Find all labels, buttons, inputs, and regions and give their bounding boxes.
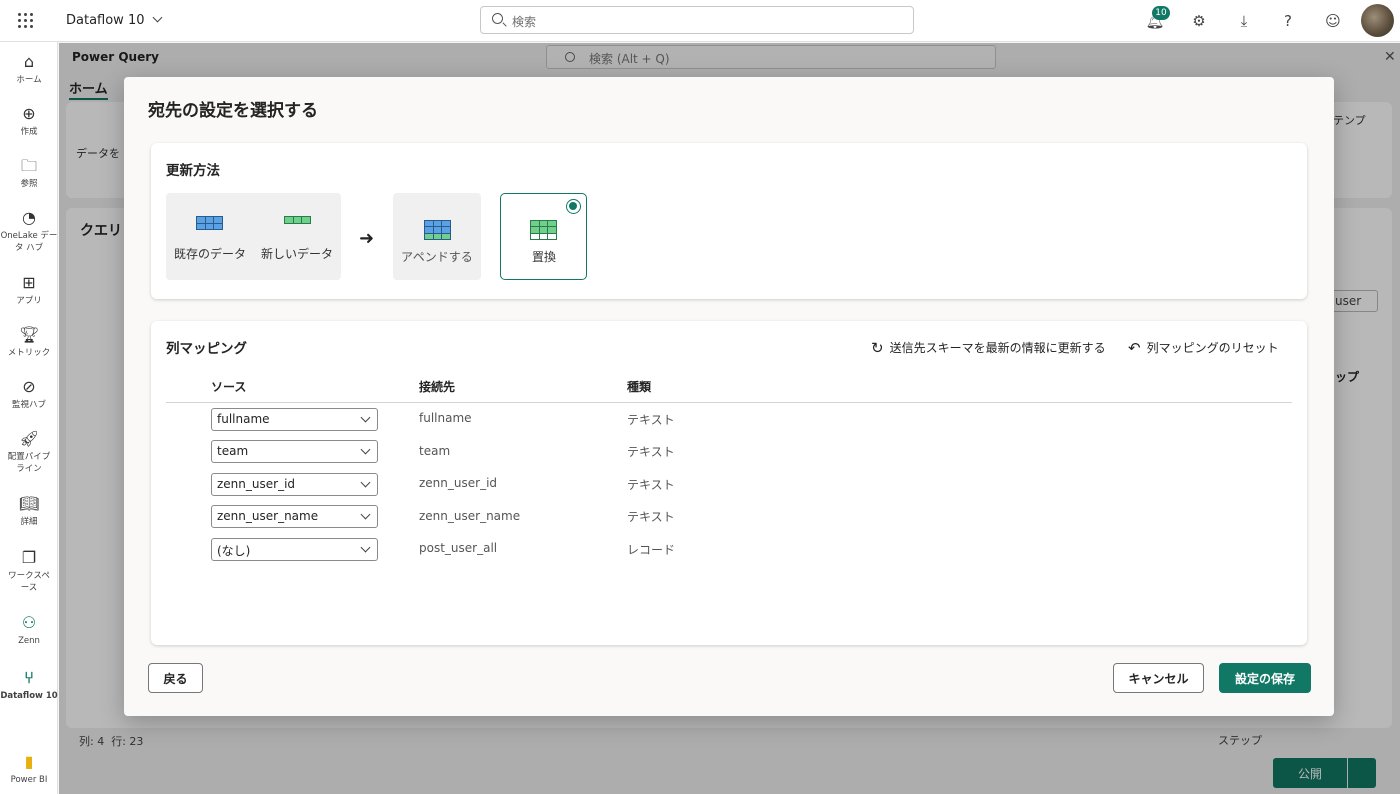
chevron-down-icon xyxy=(152,12,162,23)
replace-radio-selected[interactable] xyxy=(566,199,581,214)
chevron-down-icon xyxy=(360,412,371,423)
arrow-right-icon: ➜ xyxy=(359,228,375,249)
existing-data-label: 既存のデータ xyxy=(174,247,247,261)
download-icon[interactable]: ⤓ xyxy=(1234,11,1254,31)
column-type: テキスト xyxy=(627,478,675,492)
column-type: レコード xyxy=(627,543,676,557)
nav-item-onelake[interactable]: ◔ OneLake データ ハブ xyxy=(0,208,58,254)
source-column-select[interactable]: team xyxy=(211,440,378,463)
refresh-schema-button[interactable]: ↻ 送信先スキーマを最新の情報に更新する xyxy=(871,338,1106,357)
back-button[interactable]: 戻る xyxy=(148,663,203,693)
pipeline-icon: 🚀︎ xyxy=(19,429,40,448)
share-feedback-icon[interactable]: ☺ xyxy=(1323,11,1343,31)
dialog-title: 宛先の設定を選択する xyxy=(148,101,318,121)
dataflow-icon: ⑂ xyxy=(24,668,34,687)
browse-icon: 🗀︎ xyxy=(20,156,37,175)
header-source: ソース xyxy=(211,380,247,394)
replace-table-icon xyxy=(530,220,557,240)
top-bar: Dataflow 10 検索 🔔︎ 10 ⚙ ⤓ ? ☺ xyxy=(0,0,1400,42)
header-destination: 接続先 xyxy=(419,380,456,394)
source-column-select[interactable]: fullname xyxy=(211,408,378,431)
global-search-input[interactable]: 検索 xyxy=(480,6,914,34)
monitor-icon: ⊘ xyxy=(22,377,36,396)
workspace-item-title[interactable]: Dataflow 10 xyxy=(66,12,162,28)
nav-item-home[interactable]: ⌂ ホーム xyxy=(0,52,58,86)
nav-item-powerbi[interactable]: ▮ Power BI xyxy=(0,752,58,786)
nav-item-pipeline[interactable]: 🚀︎ 配置パイプライン xyxy=(0,429,58,475)
zenn-workspace-icon: ⚇ xyxy=(21,613,37,632)
new-data-label: 新しいデータ xyxy=(261,247,334,261)
nav-item-create[interactable]: ⊕ 作成 xyxy=(0,104,58,138)
column-type: テキスト xyxy=(627,413,675,427)
nav-item-apps[interactable]: ⊞ アプリ xyxy=(0,273,58,307)
chevron-down-icon xyxy=(360,477,371,488)
reset-mapping-button[interactable]: ↶ 列マッピングのリセット xyxy=(1128,338,1279,357)
settings-gear-icon[interactable]: ⚙ xyxy=(1189,11,1209,31)
header-type: 種類 xyxy=(627,380,652,394)
header-divider xyxy=(166,402,1292,403)
column-type: テキスト xyxy=(627,510,675,524)
nav-item-learn[interactable]: 📖︎ 詳細 xyxy=(0,494,58,528)
chevron-down-icon xyxy=(360,542,371,553)
onelake-icon: ◔ xyxy=(22,208,36,227)
apps-icon: ⊞ xyxy=(22,273,36,292)
nav-item-metrics[interactable]: 🏆︎ メトリック xyxy=(0,325,58,359)
save-settings-button[interactable]: 設定の保存 xyxy=(1219,663,1311,693)
source-column-select[interactable]: zenn_user_id xyxy=(211,473,378,496)
user-avatar[interactable] xyxy=(1361,4,1394,37)
create-icon: ⊕ xyxy=(22,104,36,123)
powerbi-icon: ▮ xyxy=(24,752,34,771)
metrics-icon: 🏆︎ xyxy=(19,325,40,344)
cancel-button[interactable]: キャンセル xyxy=(1113,663,1204,693)
append-label: アペンドする xyxy=(401,250,473,264)
column-type: テキスト xyxy=(627,445,675,459)
nav-item-zenn[interactable]: ⚇ Zenn xyxy=(0,613,58,647)
chevron-down-icon xyxy=(360,509,371,520)
destination-column: fullname xyxy=(419,411,472,425)
learn-icon: 📖︎ xyxy=(19,494,40,513)
help-icon[interactable]: ? xyxy=(1278,11,1298,31)
replace-label: 置換 xyxy=(532,250,557,264)
workspace-icon: ❐ xyxy=(21,548,37,567)
source-column-select[interactable]: zenn_user_name xyxy=(211,505,378,528)
update-method-title: 更新方法 xyxy=(166,163,220,179)
existing-new-data-illustration xyxy=(166,193,341,280)
nav-item-workspaces[interactable]: ❐ ワークスペース xyxy=(0,548,58,594)
existing-data-table-icon xyxy=(196,216,223,230)
undo-icon: ↶ xyxy=(1128,339,1141,357)
new-data-table-icon xyxy=(284,216,311,224)
destination-column: zenn_user_id xyxy=(419,476,498,490)
destination-column: team xyxy=(419,444,451,458)
search-icon xyxy=(492,13,503,24)
left-navigation: ⌂ ホーム ⊕ 作成 🗀︎ 参照 ◔ OneLake データ ハブ ⊞ アプリ 🏆︎ メトリ… xyxy=(0,42,58,794)
notification-count-badge: 10 xyxy=(1152,6,1170,20)
nav-item-browse[interactable]: 🗀︎ 参照 xyxy=(0,156,58,190)
nav-item-dataflow[interactable]: ⑂ Dataflow 10 xyxy=(0,668,58,702)
app-launcher-icon[interactable] xyxy=(18,13,34,29)
source-column-select[interactable]: (なし) xyxy=(211,538,378,561)
destination-column: zenn_user_name xyxy=(419,509,521,523)
destination-column: post_user_all xyxy=(419,541,498,555)
home-icon: ⌂ xyxy=(23,52,35,71)
refresh-icon: ↻ xyxy=(871,339,884,357)
chevron-down-icon xyxy=(360,444,371,455)
append-table-icon xyxy=(424,220,451,240)
column-mapping-title: 列マッピング xyxy=(166,341,247,357)
nav-item-monitor[interactable]: ⊘ 監視ハブ xyxy=(0,377,58,411)
